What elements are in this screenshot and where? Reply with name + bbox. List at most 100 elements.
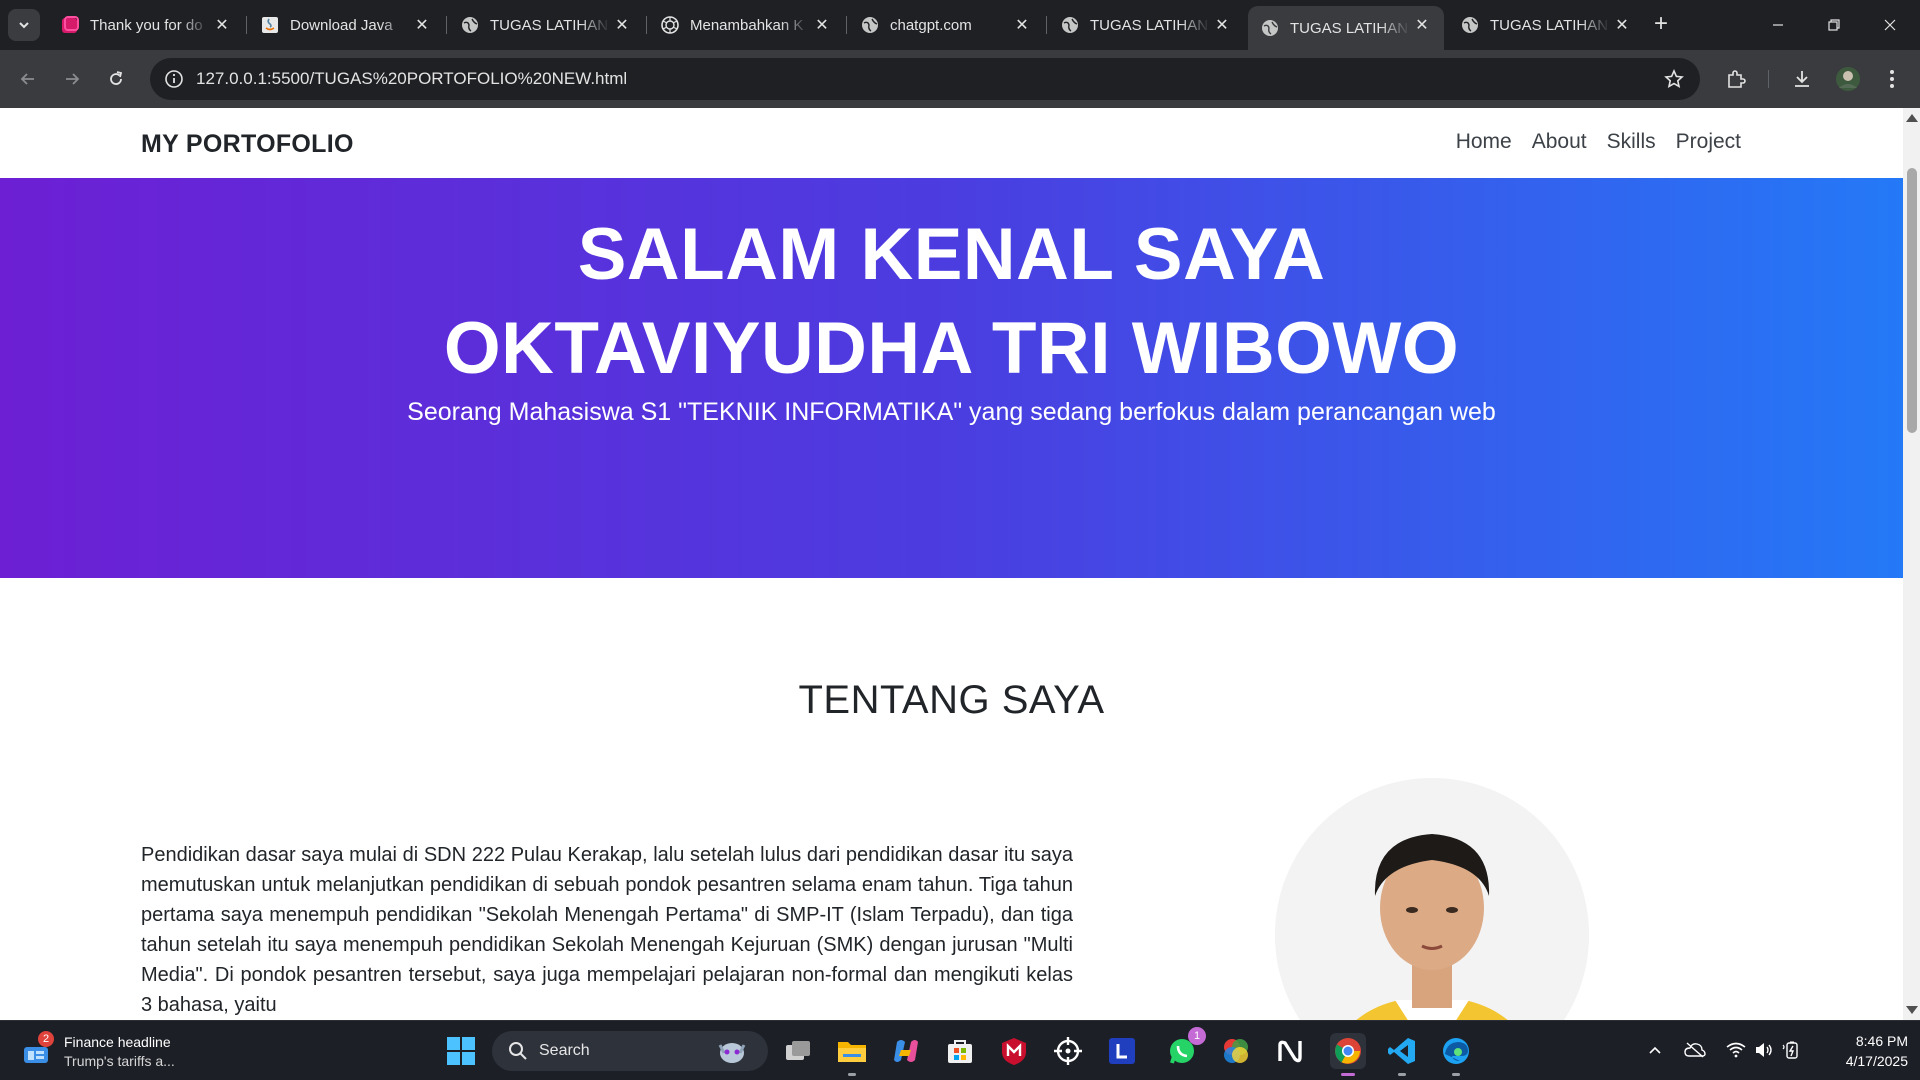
taskbar-app-notion[interactable] [1272,1033,1308,1069]
cloud-off-icon [1684,1042,1706,1058]
running-indicator [848,1073,856,1076]
close-icon[interactable]: ✕ [1612,15,1632,35]
tab-3[interactable]: TUGAS LATIHAN ✕ [448,6,644,44]
taskbar-app-copilot[interactable] [888,1033,924,1069]
start-button[interactable] [443,1033,479,1069]
close-icon[interactable]: ✕ [612,15,632,35]
close-icon[interactable]: ✕ [1012,15,1032,35]
globe-icon [1062,17,1078,33]
nav-link-skills[interactable]: Skills [1607,130,1656,154]
nav-link-project[interactable]: Project [1676,130,1741,154]
downloads-button[interactable] [1786,63,1818,95]
tab-8[interactable]: TUGAS LATIHAN ✕ [1448,6,1644,44]
edge-icon [1443,1038,1469,1064]
tab-6[interactable]: TUGAS LATIHAN ✕ [1048,6,1244,44]
close-icon [1884,19,1896,31]
hero-heading: SALAM KENAL SAYA OKTAVIYUDHA TRI WIBOWO [0,208,1903,396]
tab-title: TUGAS LATIHAN [490,16,609,34]
windows-taskbar: 2 Finance headline Trump's tariffs a... … [0,1020,1920,1080]
tab-1[interactable]: Thank you for do ✕ [48,6,244,44]
forward-button[interactable] [56,63,88,95]
globe-icon [862,17,878,33]
news-badge: 2 [38,1031,54,1047]
profile-button[interactable] [1832,63,1864,95]
hero-heading-line-1: SALAM KENAL SAYA [577,214,1326,295]
close-icon[interactable]: ✕ [1212,15,1232,35]
taskbar-app-edge[interactable] [1438,1033,1474,1076]
about-paragraph: Pendidikan dasar saya mulai di SDN 222 P… [141,844,1073,1016]
toolbar-divider [1768,70,1769,88]
address-bar[interactable]: 127.0.0.1:5500/TUGAS%20PORTOFOLIO%20NEW.… [150,58,1700,100]
crosshair-icon [1054,1037,1082,1065]
tray-overflow-button[interactable] [1644,1039,1666,1061]
tab-separator [246,16,247,34]
openai-icon [661,16,679,34]
taskbar-app-microsoft-store[interactable] [942,1033,978,1069]
whatsapp-badge: 1 [1188,1027,1206,1045]
back-button[interactable] [12,63,44,95]
taskbar-app-mcafee[interactable] [996,1033,1032,1069]
volume-tray[interactable] [1753,1039,1775,1061]
restore-button[interactable] [1806,0,1862,50]
avatar-icon [1836,67,1860,91]
url-text[interactable]: 127.0.0.1:5500/TUGAS%20PORTOFOLIO%20NEW.… [196,69,627,89]
wifi-tray[interactable] [1725,1039,1747,1061]
vscode-icon [1388,1038,1415,1064]
taskbar-app-crosshair[interactable] [1050,1033,1086,1069]
tab-7-active[interactable]: TUGAS LATIHAN ✕ [1248,6,1444,50]
windows-logo-icon [447,1037,475,1065]
news-title: Finance headline [64,1034,171,1050]
profile-photo-image [1275,778,1589,1020]
close-window-button[interactable] [1862,0,1918,50]
reload-button[interactable] [100,63,132,95]
taskbar-app-file-explorer[interactable] [834,1033,870,1076]
menu-button[interactable] [1876,63,1908,95]
scrollbar-thumb[interactable] [1907,168,1917,433]
close-icon[interactable]: ✕ [812,15,832,35]
globe-icon [1462,17,1478,33]
tab-2[interactable]: Download Java ✕ [248,6,444,44]
taskbar-search[interactable]: Search [492,1031,768,1071]
close-icon[interactable]: ✕ [412,15,432,35]
forward-arrow-icon [66,73,80,85]
tab-5[interactable]: chatgpt.com ✕ [848,6,1044,44]
minimize-button[interactable] [1750,0,1806,50]
taskbar-app-chrome[interactable] [1330,1033,1366,1076]
taskbar-app-l[interactable] [1104,1033,1140,1069]
system-clock[interactable]: 8:46 PM 4/17/2025 [1820,1031,1908,1071]
tab-title: TUGAS LATIHAN [1490,16,1609,34]
tab-title: TUGAS LATIHAN [1090,16,1209,34]
tab-search-button[interactable] [8,9,40,41]
taskbar-app-vscode[interactable] [1384,1033,1420,1076]
task-view-button[interactable] [780,1033,816,1069]
scroll-up-arrow-icon[interactable] [1906,114,1918,122]
download-icon [1795,71,1809,87]
tab-title: Thank you for do [90,16,203,34]
nav-link-home[interactable]: Home [1456,130,1512,154]
news-widget[interactable]: 2 Finance headline Trump's tariffs a... [22,1031,192,1073]
chrome-icon [1335,1038,1361,1064]
new-tab-button[interactable]: + [1648,12,1674,38]
site-brand[interactable]: MY PORTOFOLIO [141,130,354,159]
bookmark-star-icon[interactable] [1664,69,1684,89]
hero-section: SALAM KENAL SAYA OKTAVIYUDHA TRI WIBOWO … [0,178,1903,578]
taskbar-app-whatsapp[interactable]: 1 [1164,1027,1206,1069]
tab-title: chatgpt.com [890,16,972,34]
more-vert-icon [1890,70,1894,88]
tab-4[interactable]: Menambahkan K ✕ [648,6,844,44]
taskbar-app-color-wheel[interactable] [1218,1033,1254,1069]
page-scrollbar[interactable] [1903,108,1920,1020]
scroll-down-arrow-icon[interactable] [1906,1006,1918,1014]
close-icon[interactable]: ✕ [212,15,232,35]
nav-link-about[interactable]: About [1532,130,1587,154]
search-icon [509,1042,527,1060]
clock-date: 4/17/2025 [1845,1053,1908,1069]
close-icon[interactable]: ✕ [1412,15,1432,35]
l-app-icon [1109,1038,1135,1064]
browser-toolbar: 127.0.0.1:5500/TUGAS%20PORTOFOLIO%20NEW.… [0,50,1920,108]
tab-separator [1046,16,1047,34]
onedrive-tray[interactable] [1684,1039,1706,1061]
extensions-button[interactable] [1720,63,1752,95]
battery-tray[interactable] [1782,1039,1804,1061]
site-info-icon[interactable] [164,69,184,89]
